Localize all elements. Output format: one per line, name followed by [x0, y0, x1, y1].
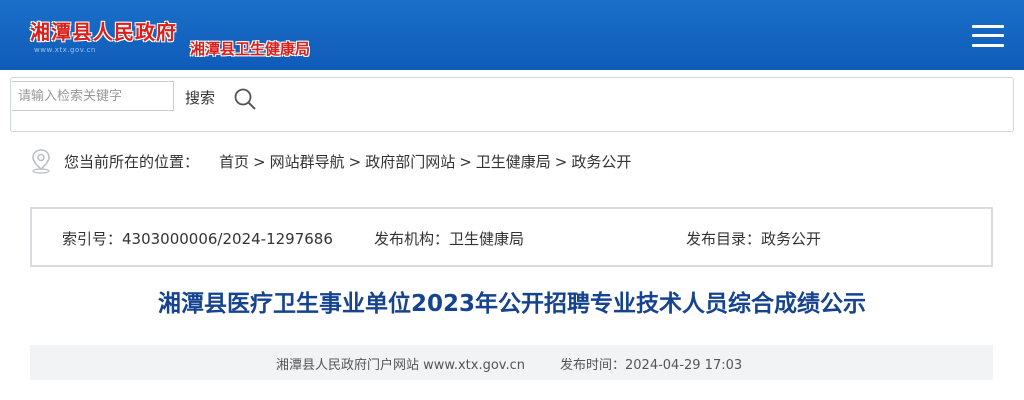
location-pin-icon [30, 148, 52, 178]
breadcrumb-list: 首页 > 网站群导航 > 政府部门网站 > 卫生健康局 > 政务公开 [219, 151, 631, 172]
article-source: 湘潭县人民政府门户网站 www.xtx.gov.cn [276, 358, 525, 373]
publisher: 发布机构：卫生健康局 [374, 230, 525, 248]
catalog: 发布目录：政务公开 [686, 230, 822, 248]
department-title: 湘潭县卫生健康局 [190, 40, 311, 58]
breadcrumb-gov-affairs[interactable]: 政务公开 [571, 153, 631, 171]
publish-time: 发布时间：2024-04-29 17:03 [560, 358, 743, 373]
breadcrumb-separator: > [459, 153, 472, 171]
index-number: 索引号：4303000006/2024-1297686 [62, 230, 333, 248]
breadcrumb-separator: > [554, 153, 568, 171]
article-title: 湘潭县医疗卫生事业单位2023年公开招聘专业技术人员综合成绩公示 [157, 291, 866, 317]
breadcrumb-site-nav[interactable]: 网站群导航 [270, 153, 345, 171]
breadcrumb-health-bureau[interactable]: 卫生健康局 [476, 153, 551, 171]
article-source-bar: 湘潭县人民政府门户网站 www.xtx.gov.cn 发布时间：2024-04-… [30, 345, 993, 380]
breadcrumb-separator: > [348, 153, 362, 171]
hamburger-menu-icon[interactable] [972, 23, 1004, 49]
search-button[interactable]: 搜索 [185, 87, 215, 108]
search-input[interactable] [12, 81, 174, 111]
search-icon[interactable] [233, 87, 257, 115]
document-meta-box: 索引号：4303000006/2024-1297686 发布机构：卫生健康局 发… [30, 207, 993, 267]
breadcrumb-prefix: 您当前所在的位置： [64, 153, 200, 171]
breadcrumb-gov-dept-sites[interactable]: 政府部门网站 [365, 153, 455, 171]
site-title: 湘潭县人民政府 [30, 20, 177, 44]
search-bar: 搜索 [10, 77, 1014, 132]
site-header: 湘潭县人民政府 www.xtx.gov.cn 湘潭县卫生健康局 [0, 0, 1024, 70]
breadcrumb-home[interactable]: 首页 [219, 153, 249, 171]
breadcrumb-separator: > [253, 153, 266, 171]
site-domain: www.xtx.gov.cn [34, 46, 96, 54]
breadcrumb: 您当前所在的位置： 首页 > 网站群导航 > 政府部门网站 > 卫生健康局 > 政务公开 [30, 148, 990, 174]
